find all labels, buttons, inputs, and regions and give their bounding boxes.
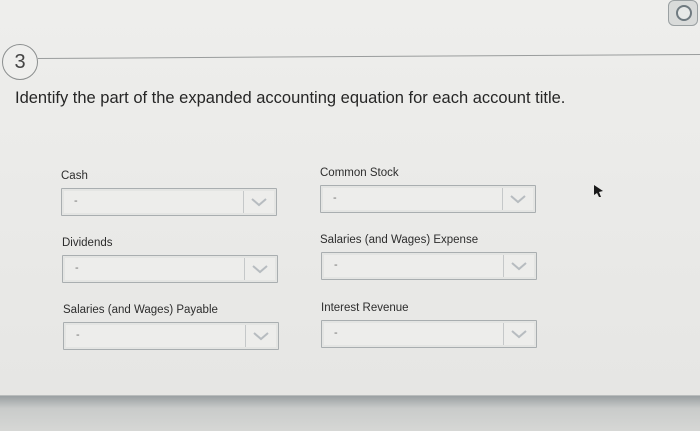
page-bottom-edge	[0, 396, 700, 431]
dropdown-value: -	[74, 195, 78, 207]
field-label-salaries-payable: Salaries (and Wages) Payable	[63, 304, 218, 316]
dropdown-value: -	[333, 192, 337, 204]
field-label-dividends: Dividends	[62, 237, 113, 249]
question-page: 3 Identify the part of the expanded acco…	[0, 0, 700, 396]
dropdown-interest-revenue[interactable]: -	[321, 320, 537, 348]
chevron-down-icon[interactable]	[243, 191, 274, 213]
chevron-down-icon[interactable]	[245, 325, 276, 347]
chevron-down-icon[interactable]	[503, 323, 534, 345]
dropdown-salaries-payable[interactable]: -	[63, 322, 279, 350]
mouse-pointer-icon	[594, 185, 603, 197]
question-number: 3	[14, 50, 26, 73]
field-label-salaries-expense: Salaries (and Wages) Expense	[320, 234, 479, 246]
dropdown-value: -	[75, 262, 79, 274]
field-label-cash: Cash	[61, 170, 88, 182]
dropdown-value: -	[334, 327, 338, 339]
question-divider	[37, 53, 700, 59]
dropdown-common-stock[interactable]: -	[320, 185, 536, 213]
top-right-toggle[interactable]	[668, 0, 698, 26]
dropdown-cash[interactable]: -	[61, 188, 277, 216]
dropdown-value: -	[76, 329, 80, 341]
dropdown-dividends[interactable]: -	[62, 255, 278, 283]
field-label-common-stock: Common Stock	[320, 167, 399, 179]
chevron-down-icon[interactable]	[503, 255, 534, 277]
dropdown-value: -	[334, 259, 338, 271]
question-prompt: Identify the part of the expanded accoun…	[15, 89, 566, 107]
circle-toggle-icon	[676, 5, 692, 21]
dropdown-salaries-expense[interactable]: -	[321, 252, 537, 280]
question-number-badge: 3	[2, 44, 38, 80]
chevron-down-icon[interactable]	[502, 188, 533, 210]
field-label-interest-revenue: Interest Revenue	[321, 302, 409, 314]
chevron-down-icon[interactable]	[244, 258, 275, 280]
